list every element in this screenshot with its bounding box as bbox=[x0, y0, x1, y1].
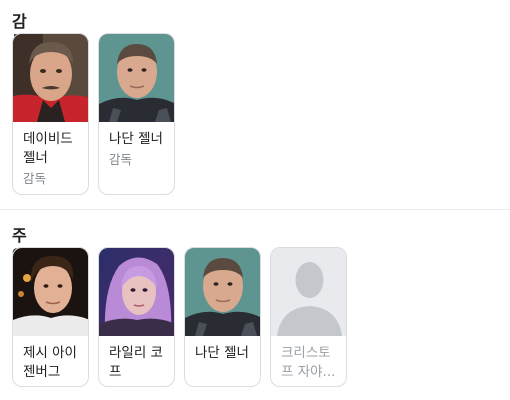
cast-cards: 제시 아이젠버그 라일리 코프 나단 젤너 크리스토프 자야... bbox=[12, 247, 347, 387]
person-photo bbox=[13, 248, 88, 336]
person-name: 크리스토프 자야... bbox=[281, 345, 336, 380]
person-name: 제시 아이젠버그 bbox=[23, 345, 77, 380]
person-photo bbox=[99, 248, 174, 336]
person-info: 크리스토프 자야... bbox=[271, 336, 346, 382]
person-card-jesse-eisenberg[interactable]: 제시 아이젠버그 bbox=[12, 247, 89, 387]
person-name: 나단 젤너 bbox=[109, 131, 163, 147]
section-divider bbox=[0, 209, 510, 210]
person-card-riley-keough[interactable]: 라일리 코프 bbox=[98, 247, 175, 387]
person-card-nathan-zellner[interactable]: 나단 젤너 감독 bbox=[98, 33, 175, 195]
person-role: 감독 bbox=[109, 152, 133, 167]
person-info: 제시 아이젠버그 bbox=[13, 336, 88, 382]
person-name: 데이비드 젤너 bbox=[23, 131, 73, 166]
person-photo bbox=[185, 248, 260, 336]
person-role: 감독 bbox=[23, 171, 47, 186]
person-card-christophe-zajac[interactable]: 크리스토프 자야... bbox=[270, 247, 347, 387]
person-info: 나단 젤너 감독 bbox=[99, 122, 174, 169]
person-photo bbox=[99, 34, 174, 122]
person-name: 나단 젤너 bbox=[195, 345, 249, 361]
person-info: 라일리 코프 bbox=[99, 336, 174, 382]
director-cards: 데이비드 젤너 감독 나단 젤너 감독 bbox=[12, 33, 175, 195]
person-name: 라일리 코프 bbox=[109, 345, 163, 380]
placeholder-avatar-icon bbox=[271, 248, 346, 336]
person-info: 데이비드 젤너 감독 bbox=[13, 122, 88, 188]
person-info: 나단 젤너 bbox=[185, 336, 260, 363]
person-card-david-zellner[interactable]: 데이비드 젤너 감독 bbox=[12, 33, 89, 195]
person-photo bbox=[13, 34, 88, 122]
person-card-nathan-zellner-cast[interactable]: 나단 젤너 bbox=[184, 247, 261, 387]
